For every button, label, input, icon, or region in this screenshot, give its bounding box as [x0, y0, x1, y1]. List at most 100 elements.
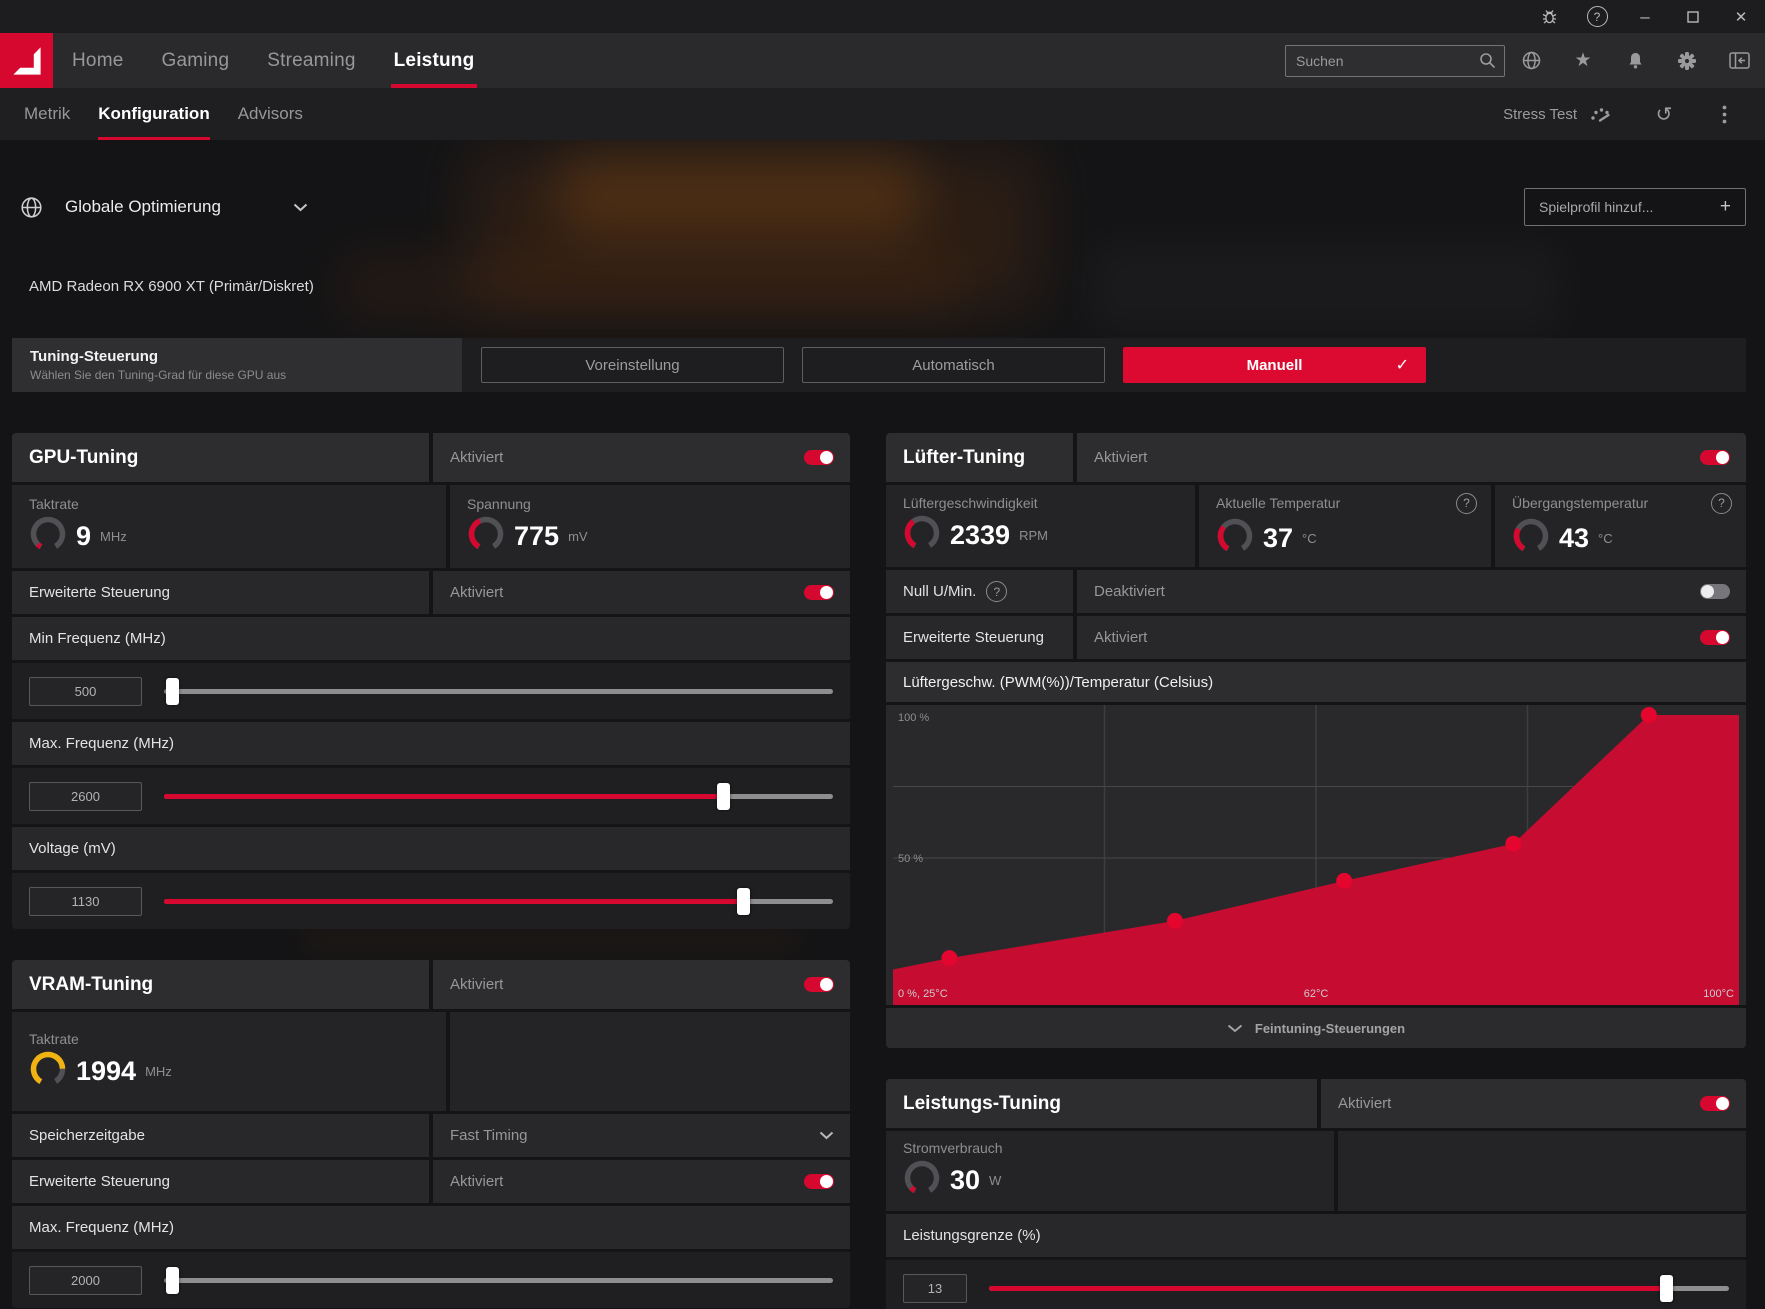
gpu-tuning-title: GPU-Tuning	[29, 446, 139, 468]
tuning-control-info: Tuning-Steuerung Wählen Sie den Tuning-G…	[12, 338, 462, 392]
svg-text:100°C: 100°C	[1703, 988, 1734, 1000]
zero-rpm-state: Deaktiviert	[1094, 583, 1165, 600]
fan-tuning-toggle[interactable]	[1700, 450, 1730, 465]
reset-icon[interactable]: ↺	[1641, 102, 1687, 127]
voltage-label: Voltage (mV)	[12, 827, 850, 870]
current-temp-gauge	[1216, 517, 1254, 560]
vram-max-frequency-value[interactable]: 2000	[29, 1265, 142, 1295]
svg-text:50 %: 50 %	[898, 853, 923, 865]
tab-gaming[interactable]: Gaming	[142, 33, 248, 88]
search-box[interactable]	[1285, 44, 1505, 77]
zero-rpm-label: Null U/Min.	[903, 583, 977, 600]
gpu-tuning-panel: GPU-Tuning Aktiviert Taktrate 9 MHz Spann…	[12, 433, 850, 929]
current-temp-label: Aktuelle Temperatur	[1216, 495, 1341, 511]
gpu-advanced-toggle[interactable]	[804, 585, 834, 600]
amd-logo[interactable]	[0, 33, 53, 88]
tab-advisors[interactable]: Advisors	[224, 88, 317, 140]
power-limit-slider[interactable]	[989, 1274, 1729, 1302]
tab-home[interactable]: Home	[53, 33, 142, 88]
gpu-tuning-state-label: Aktiviert	[450, 449, 504, 466]
power-tuning-toggle[interactable]	[1700, 1096, 1730, 1111]
help-icon[interactable]: ?	[1573, 0, 1621, 33]
gpu-voltage-value: 775	[514, 520, 560, 551]
tuning-control-title: Tuning-Steuerung	[30, 348, 159, 365]
svg-text:100 %: 100 %	[898, 712, 929, 724]
fine-tuning-expander[interactable]: Feintuning-Steuerungen	[886, 1008, 1746, 1048]
check-icon: ✓	[1395, 357, 1409, 374]
gpu-tuning-toggle[interactable]	[804, 450, 834, 465]
power-draw-label: Stromverbrauch	[903, 1140, 1003, 1156]
profile-selector[interactable]: Globale Optimierung	[65, 197, 221, 217]
bug-report-icon[interactable]	[1525, 0, 1573, 33]
slider-handle[interactable]	[716, 782, 730, 810]
tuning-control-bar: Tuning-Steuerung Wählen Sie den Tuning-G…	[12, 338, 1746, 392]
help-icon[interactable]: ?	[1456, 492, 1477, 514]
fan-speed-gauge	[903, 514, 941, 557]
memory-timing-dropdown[interactable]: Fast Timing	[433, 1114, 850, 1157]
power-limit-value[interactable]: 13	[903, 1273, 967, 1303]
vram-advanced-toggle[interactable]	[804, 1174, 834, 1189]
close-button[interactable]: ✕	[1717, 0, 1765, 33]
voltage-slider[interactable]	[164, 887, 833, 915]
manual-button[interactable]: Manuell ✓	[1123, 347, 1426, 383]
fan-advanced-toggle[interactable]	[1700, 630, 1730, 645]
slider-handle[interactable]	[166, 1266, 180, 1294]
help-icon[interactable]: ?	[1711, 492, 1732, 514]
settings-gear-icon[interactable]	[1661, 33, 1713, 88]
notifications-icon[interactable]	[1609, 33, 1661, 88]
vram-clock-label: Taktrate	[29, 1030, 79, 1047]
tab-leistung[interactable]: Leistung	[375, 33, 494, 88]
gpu-voltage-label: Spannung	[467, 495, 531, 512]
search-icon	[1480, 53, 1496, 69]
vram-advanced-state: Aktiviert	[450, 1173, 504, 1190]
stress-test-button[interactable]: Stress Test	[1503, 106, 1613, 123]
minimize-button[interactable]: –	[1621, 0, 1669, 33]
automatic-button[interactable]: Automatisch	[802, 347, 1105, 383]
max-frequency-slider[interactable]	[164, 782, 833, 810]
zero-rpm-toggle[interactable]	[1700, 584, 1730, 599]
tab-streaming[interactable]: Streaming	[248, 33, 374, 88]
fan-advanced-state: Aktiviert	[1094, 629, 1148, 646]
preset-button[interactable]: Voreinstellung	[481, 347, 784, 383]
tab-konfiguration[interactable]: Konfiguration	[84, 88, 223, 140]
min-frequency-slider[interactable]	[164, 677, 833, 705]
search-input[interactable]	[1294, 51, 1479, 70]
power-draw-unit: W	[989, 1173, 1002, 1188]
vram-tuning-toggle[interactable]	[804, 977, 834, 992]
power-limit-label: Leistungsgrenze (%)	[886, 1214, 1746, 1257]
voltage-value[interactable]: 1130	[29, 886, 142, 916]
toggle-sidebar-icon[interactable]	[1713, 33, 1765, 88]
gpu-voltage-unit: mV	[568, 528, 588, 544]
junction-temp-unit: °C	[1598, 530, 1613, 546]
slider-handle[interactable]	[1660, 1274, 1674, 1302]
more-options-icon[interactable]	[1701, 105, 1747, 124]
gpu-clock-gauge	[29, 515, 67, 558]
vram-max-frequency-slider[interactable]	[164, 1266, 833, 1294]
vram-clock-unit: MHz	[145, 1063, 172, 1079]
slider-handle[interactable]	[736, 887, 750, 915]
fan-tuning-panel: Lüfter-Tuning Aktiviert Lüftergeschwindi…	[886, 433, 1746, 1048]
fine-tuning-label: Feintuning-Steuerungen	[1254, 1020, 1406, 1036]
slider-handle[interactable]	[166, 677, 180, 705]
min-frequency-value[interactable]: 500	[29, 676, 142, 706]
maximize-button[interactable]	[1669, 0, 1717, 33]
power-tuning-panel: Leistungs-Tuning Aktiviert Stromverbrauc…	[886, 1079, 1746, 1309]
max-frequency-value[interactable]: 2600	[29, 781, 142, 811]
titlebar: ? – ✕	[0, 0, 1765, 33]
fan-tuning-state-label: Aktiviert	[1094, 449, 1148, 466]
globe-icon[interactable]	[1505, 33, 1557, 88]
max-frequency-label: Max. Frequenz (MHz)	[12, 722, 850, 765]
chevron-down-icon	[1227, 1024, 1243, 1032]
power-tuning-state-label: Aktiviert	[1338, 1095, 1392, 1112]
tab-metrik[interactable]: Metrik	[10, 88, 84, 140]
performance-subnav: Metrik Konfiguration Advisors Stress Tes…	[0, 88, 1765, 140]
star-icon[interactable]: ★	[1557, 33, 1609, 88]
fan-curve-chart[interactable]: 100 % 50 % 0 %, 25°C 62°C 100°C	[886, 705, 1746, 1005]
help-icon[interactable]: ?	[986, 581, 1008, 602]
vram-advanced-label: Erweiterte Steuerung	[29, 1173, 170, 1190]
chevron-down-icon[interactable]	[293, 203, 308, 212]
junction-temp-value: 43	[1559, 522, 1590, 553]
memory-timing-label: Speicherzeitgabe	[29, 1127, 145, 1144]
fan-tuning-title: Lüfter-Tuning	[903, 446, 1026, 468]
add-game-profile-button[interactable]: Spielprofil hinzuf... +	[1524, 188, 1746, 226]
